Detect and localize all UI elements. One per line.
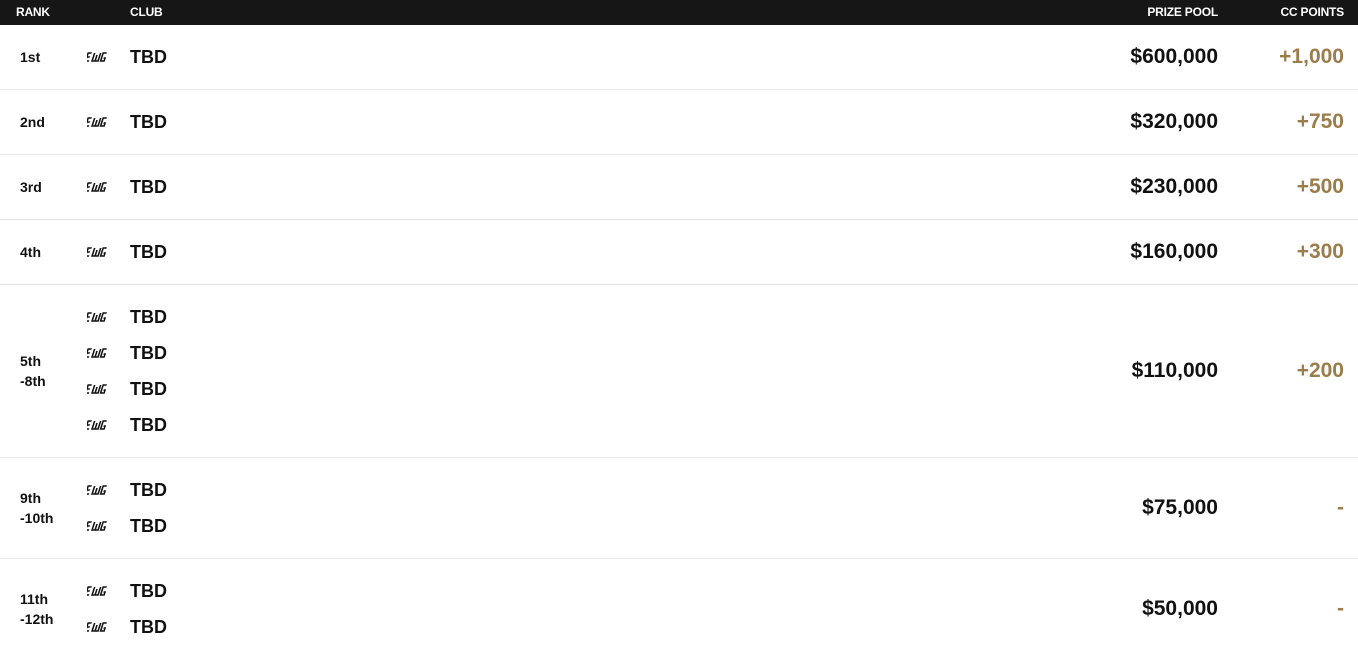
rank-text: 3rd [20, 179, 42, 195]
club-name: TBD [130, 580, 167, 601]
ewc-logo-icon [86, 346, 117, 360]
table-header: RANK CLUB PRIZE POOL CC POINTS [0, 0, 1358, 25]
ewc-logo-icon [86, 519, 117, 533]
ewc-logo-icon [86, 180, 117, 194]
club-list: TBD TBD [86, 472, 167, 544]
rank-text: -12th [20, 611, 54, 627]
table-row: 11th -12th TBD TBD $50,000 - [0, 559, 1358, 655]
rank-label: 5th -8th [20, 351, 46, 391]
cc-points-value: +500 [1296, 175, 1344, 198]
prize-amount: $160,000 [1130, 240, 1218, 263]
club-entry: TBD [86, 508, 167, 544]
club-entry: TBD [86, 39, 167, 75]
rank-label: 1st [20, 47, 40, 67]
club-entry: TBD [86, 472, 167, 508]
club-entry: TBD [86, 299, 167, 335]
club-entry: TBD [86, 371, 167, 407]
club-entry: TBD [86, 234, 167, 270]
cc-points-value: - [1337, 496, 1344, 519]
club-entry: TBD [86, 573, 167, 609]
prize-pool-column-header: PRIZE POOL [1147, 5, 1218, 19]
club-name: TBD [130, 414, 167, 435]
club-name: TBD [130, 479, 167, 500]
rank-label: 11th -12th [20, 589, 53, 629]
prize-amount: $320,000 [1130, 110, 1218, 133]
club-name: TBD [130, 306, 167, 327]
club-list: TBD TBD [86, 573, 167, 645]
cc-points-column-header: CC POINTS [1280, 5, 1344, 19]
club-list: TBD [86, 39, 167, 75]
ewc-logo-icon [86, 245, 117, 259]
rank-text: 9th [20, 490, 41, 506]
ewc-logo-icon [86, 418, 117, 432]
club-entry: TBD [86, 169, 167, 205]
ewc-logo-icon [86, 115, 117, 129]
club-name: TBD [130, 342, 167, 363]
prize-amount: $75,000 [1142, 496, 1218, 519]
rank-text: 5th [20, 353, 41, 369]
cc-points-value: +300 [1296, 240, 1344, 263]
club-name: TBD [130, 46, 167, 67]
club-entry: TBD [86, 609, 167, 645]
rank-text: 2nd [20, 114, 45, 130]
ewc-logo-icon [86, 382, 117, 396]
club-name: TBD [130, 176, 167, 197]
table-row: 2nd TBD $320,000 +750 [0, 90, 1358, 155]
club-name: TBD [130, 378, 167, 399]
table-row: 3rd TBD $230,000 +500 [0, 155, 1358, 220]
club-entry: TBD [86, 335, 167, 371]
table-row: 4th TBD $160,000 +300 [0, 220, 1358, 285]
cc-points-value: +200 [1296, 359, 1344, 382]
prize-amount: $600,000 [1130, 45, 1218, 68]
club-list: TBD [86, 169, 167, 205]
ewc-logo-icon [86, 483, 117, 497]
prize-table: RANK CLUB PRIZE POOL CC POINTS 1st TBD $60… [0, 0, 1358, 655]
club-name: TBD [130, 515, 167, 536]
rank-text: 4th [20, 244, 41, 260]
prize-amount: $110,000 [1131, 359, 1218, 382]
club-name: TBD [130, 241, 167, 262]
club-column-header: CLUB [130, 5, 163, 19]
rank-column-header: RANK [16, 5, 50, 19]
club-list: TBD [86, 234, 167, 270]
prize-amount: $230,000 [1130, 175, 1218, 198]
table-body: 1st TBD $600,000 +1,000 2nd TBD $320,000 +750 3r… [0, 25, 1358, 655]
club-entry: TBD [86, 104, 167, 140]
club-name: TBD [130, 616, 167, 637]
table-row: 5th -8th TBD TBD TBD TBD $110,000 +200 [0, 285, 1358, 458]
rank-label: 3rd [20, 177, 42, 197]
prize-amount: $50,000 [1142, 597, 1218, 620]
club-list: TBD TBD TBD TBD [86, 299, 167, 443]
cc-points-value: +1,000 [1279, 45, 1344, 68]
table-row: 1st TBD $600,000 +1,000 [0, 25, 1358, 90]
rank-text: -8th [20, 373, 46, 389]
table-row: 9th -10th TBD TBD $75,000 - [0, 458, 1358, 559]
cc-points-value: - [1337, 597, 1344, 620]
rank-text: 1st [20, 49, 41, 65]
club-list: TBD [86, 104, 167, 140]
club-name: TBD [130, 111, 167, 132]
club-entry: TBD [86, 407, 167, 443]
ewc-logo-icon [86, 50, 117, 64]
rank-label: 9th -10th [20, 488, 53, 528]
rank-label: 2nd [20, 112, 45, 132]
rank-text: 11th [20, 591, 49, 607]
ewc-logo-icon [86, 310, 117, 324]
rank-text: -10th [20, 510, 54, 526]
ewc-logo-icon [86, 620, 117, 634]
ewc-logo-icon [86, 584, 117, 598]
rank-label: 4th [20, 242, 41, 262]
cc-points-value: +750 [1296, 110, 1344, 133]
